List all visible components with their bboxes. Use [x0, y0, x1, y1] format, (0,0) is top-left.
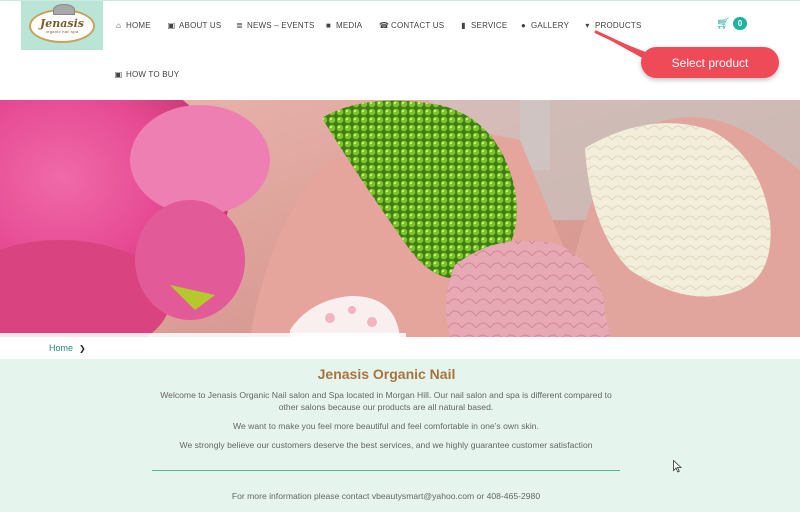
page-title: Jenasis Organic Nail [317, 366, 456, 382]
image-icon: ▣ [114, 69, 123, 79]
nav-home-label: HOME [126, 21, 151, 30]
mouse-cursor-icon [673, 460, 682, 473]
nav-news[interactable]: ≣ NEWS – EVENTS [235, 21, 315, 30]
select-product-callout: Select product [641, 47, 779, 78]
breadcrumb-home[interactable]: Home ❯ [49, 343, 86, 353]
nav-about-label: ABOUT US [179, 21, 222, 30]
cart-button[interactable]: 🛒︎ 0 [716, 17, 747, 30]
bar-chart-icon: ▮ [461, 20, 466, 30]
nav-contact[interactable]: ☎ CONTACT US [379, 21, 444, 30]
nav-contact-label: CONTACT US [391, 21, 445, 30]
chevron-right-icon: ❯ [79, 343, 86, 353]
video-camera-icon: ■ [325, 20, 332, 30]
globe-icon: ● [520, 20, 527, 30]
comfort-paragraph: We want to make you feel more beautiful … [233, 421, 539, 431]
intro-paragraph: Welcome to Jenasis Organic Nail salon an… [160, 390, 612, 412]
home-icon: ⌂ [115, 20, 122, 30]
newspaper-icon: ≣ [236, 20, 243, 30]
site-logo[interactable]: Jenasis organic nail spa [21, 1, 103, 50]
cart-count-badge: 0 [732, 17, 747, 30]
callout-text: Select product [671, 55, 749, 70]
nav-about[interactable]: ▣ ABOUT US [167, 20, 222, 30]
nav-service[interactable]: ▮ SERVICE [459, 21, 507, 30]
nav-service-label: SERVICE [471, 21, 508, 30]
guarantee-paragraph: We strongly believe our customers deserv… [179, 440, 593, 450]
breadcrumb: Home ❯ [0, 337, 800, 359]
nav-products-label: PRODUCTS [595, 21, 642, 30]
shopping-cart-icon: ▾ [585, 20, 590, 30]
shopping-cart-icon: 🛒︎ [716, 18, 730, 30]
logo-badge: Jenasis organic nail spa [29, 3, 95, 43]
contact-info: For more information please contact vbea… [231, 491, 541, 501]
logo-name: Jenasis [40, 16, 84, 30]
breadcrumb-home-label: Home [49, 343, 74, 353]
nav-media[interactable]: ■ MEDIA [324, 21, 362, 30]
pink-flower [0, 100, 270, 337]
nav-news-label: NEWS – EVENTS [247, 21, 315, 30]
nav-media-label: MEDIA [336, 21, 363, 30]
nav-products[interactable]: ▾ PRODUCTS [583, 21, 642, 30]
nail-art-illustration [0, 100, 800, 337]
nav-how-to-buy[interactable]: ▣ HOW TO BUY [114, 70, 179, 79]
intro-section: Jenasis Organic Nail Welcome to Jenasis … [0, 359, 800, 512]
nav-home[interactable]: ⌂ HOME [114, 21, 151, 30]
section-divider [152, 470, 620, 471]
image-icon: ▣ [167, 20, 176, 30]
nav-how-to-buy-label: HOW TO BUY [126, 70, 180, 79]
nav-gallery-label: GALLERY [531, 21, 570, 30]
phone-icon: ☎ [379, 20, 390, 30]
logo-tagline: organic nail spa [45, 28, 79, 34]
nav-gallery[interactable]: ● GALLERY [519, 21, 569, 30]
hero-banner-image [0, 100, 800, 337]
